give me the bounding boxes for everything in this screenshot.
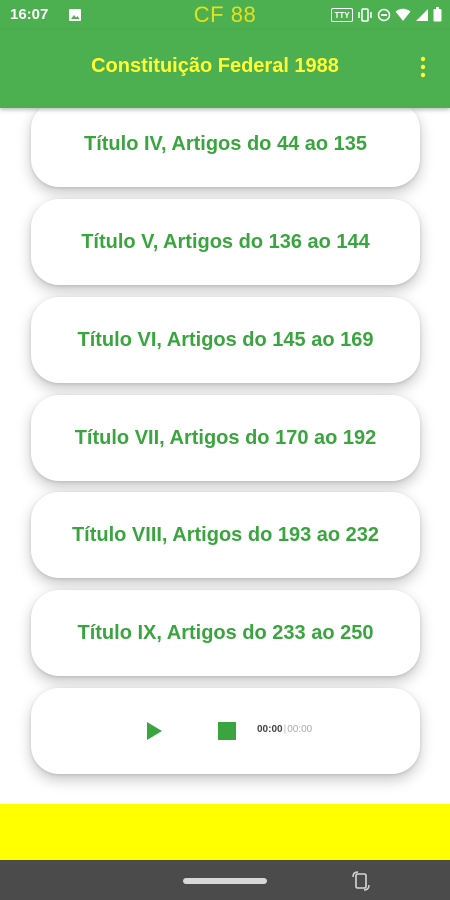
total-time: 00:00: [287, 724, 313, 735]
tty-icon: TTY: [331, 7, 353, 22]
app-bar: Constituição Federal 1988: [0, 30, 450, 108]
vibrate-icon: [358, 7, 372, 22]
audio-player: 00:00|00:00: [31, 688, 420, 774]
battery-icon: [433, 7, 442, 22]
ad-banner[interactable]: [0, 804, 450, 860]
title-card-label: Título VI, Artigos do 145 ao 169: [77, 328, 374, 351]
current-time: 00:00: [257, 724, 283, 735]
title-list[interactable]: Título IV, Artigos do 44 ao 135 Título V…: [0, 108, 450, 804]
play-icon[interactable]: [143, 720, 165, 742]
title-card-iv[interactable]: Título IV, Artigos do 44 ao 135: [31, 108, 420, 187]
status-bar: 16:07 CF 88 TTY: [0, 0, 450, 30]
title-card-label: Título VIII, Artigos do 193 ao 232: [71, 523, 380, 546]
title-card-label: Título IX, Artigos do 233 ao 250: [77, 621, 374, 644]
time-separator: |: [283, 724, 287, 735]
title-card-vii[interactable]: Título VII, Artigos do 170 ao 192: [31, 395, 420, 481]
title-card-label: Título IV, Artigos do 44 ao 135: [83, 132, 368, 155]
app-title: Constituição Federal 1988: [91, 55, 339, 77]
status-icons: TTY: [331, 7, 442, 22]
player-time: 00:00|00:00: [257, 724, 312, 735]
dnd-icon: [377, 8, 391, 21]
title-card-viii[interactable]: Título VIII, Artigos do 193 ao 232: [31, 492, 420, 578]
home-gesture-pill[interactable]: [183, 878, 267, 884]
title-card-label: Título V, Artigos do 136 ao 144: [81, 230, 370, 253]
stop-icon[interactable]: [216, 720, 238, 742]
navigation-bar: [0, 860, 450, 900]
rotate-icon[interactable]: [352, 871, 370, 891]
wifi-icon: [395, 8, 411, 21]
more-vert-icon[interactable]: [418, 55, 428, 79]
title-card-ix[interactable]: Título IX, Artigos do 233 ao 250: [31, 590, 420, 676]
signal-icon: [416, 8, 428, 21]
tty-label: TTY: [334, 11, 350, 20]
title-card-label: Título VII, Artigos do 170 ao 192: [74, 426, 377, 449]
title-card-v[interactable]: Título V, Artigos do 136 ao 144: [31, 199, 420, 285]
title-card-vi[interactable]: Título VI, Artigos do 145 ao 169: [31, 297, 420, 383]
